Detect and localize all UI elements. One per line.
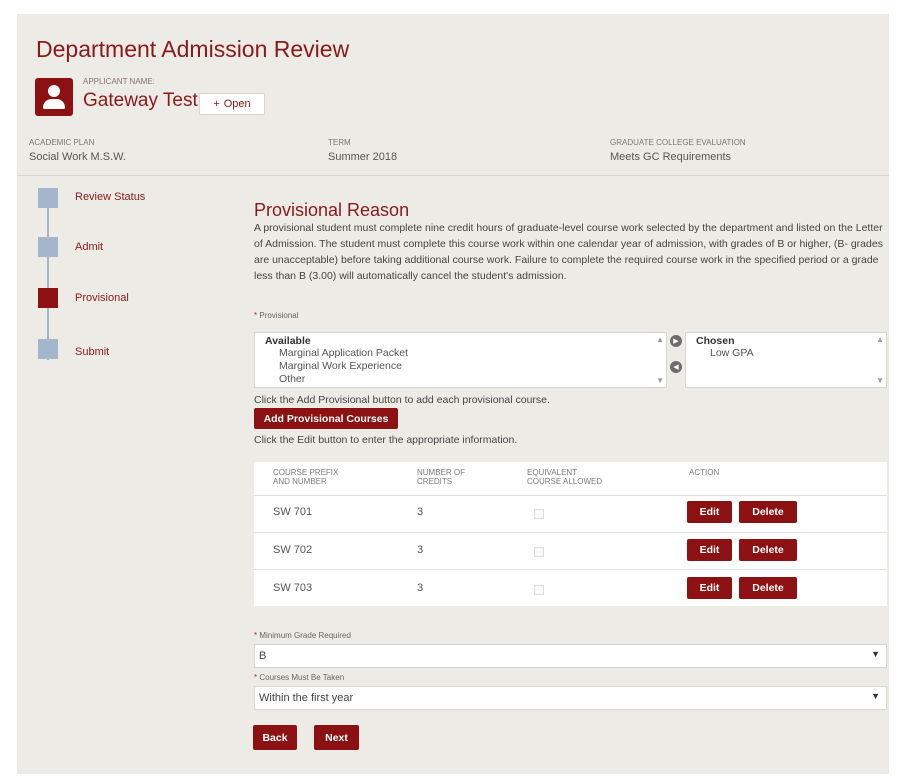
step-admit-marker[interactable] bbox=[38, 237, 58, 257]
row-divider bbox=[254, 495, 887, 496]
scroll-up-icon[interactable]: ▲ bbox=[876, 335, 884, 344]
min-grade-label: * Minimum Grade Required bbox=[254, 631, 351, 640]
step-submit-marker[interactable] bbox=[38, 339, 58, 359]
term-value: Summer 2018 bbox=[328, 151, 398, 163]
chosen-heading: Chosen bbox=[696, 335, 735, 347]
academic-plan-value: Social Work M.S.W. bbox=[29, 151, 126, 163]
chosen-item[interactable]: Low GPA bbox=[686, 347, 886, 360]
open-button[interactable]: + Open bbox=[199, 93, 265, 115]
applicant-avatar-icon bbox=[35, 78, 73, 116]
row-divider bbox=[254, 532, 887, 533]
course-cell: SW 701 bbox=[273, 506, 313, 518]
column-header-course: COURSE PREFIX AND NUMBER bbox=[273, 468, 339, 486]
edit-button[interactable]: Edit bbox=[687, 577, 732, 599]
gc-evaluation-label: GRADUATE COLLEGE EVALUATION bbox=[610, 138, 746, 147]
courses-taken-value: Within the first year bbox=[259, 692, 354, 704]
edit-button[interactable]: Edit bbox=[687, 539, 732, 561]
column-header-action: ACTION bbox=[689, 468, 720, 477]
page-title: Department Admission Review bbox=[36, 36, 350, 62]
step-review-status-marker[interactable] bbox=[38, 188, 58, 208]
term-label: TERM bbox=[328, 138, 351, 147]
edit-button[interactable]: Edit bbox=[687, 501, 732, 523]
min-grade-value: B bbox=[259, 650, 267, 662]
move-left-icon[interactable]: ◀ bbox=[670, 361, 682, 373]
available-item[interactable]: Other bbox=[255, 373, 666, 386]
back-button[interactable]: Back bbox=[253, 725, 297, 750]
chosen-listbox[interactable]: Chosen Low GPA ▲ ▼ bbox=[685, 332, 887, 388]
min-grade-select[interactable]: B ▼ bbox=[254, 644, 887, 668]
credits-cell: 3 bbox=[417, 544, 424, 556]
gc-evaluation-value: Meets GC Requirements bbox=[610, 151, 732, 163]
equivalent-checkbox[interactable] bbox=[534, 585, 544, 595]
column-header-equivalent: EQUIVALENT COURSE ALLOWED bbox=[527, 468, 603, 486]
scroll-down-icon[interactable]: ▼ bbox=[656, 376, 664, 385]
available-item[interactable]: Marginal Work Experience bbox=[255, 360, 666, 373]
applicant-name: Gateway Test bbox=[83, 90, 198, 111]
delete-button[interactable]: Delete bbox=[739, 501, 797, 523]
chevron-down-icon: ▼ bbox=[871, 649, 880, 659]
step-review-status-label[interactable]: Review Status bbox=[75, 191, 145, 203]
courses-taken-select[interactable]: Within the first year ▼ bbox=[254, 686, 887, 710]
course-cell: SW 702 bbox=[273, 544, 313, 556]
delete-button[interactable]: Delete bbox=[739, 539, 797, 561]
equivalent-checkbox[interactable] bbox=[534, 509, 544, 519]
courses-taken-label: * Courses Must Be Taken bbox=[254, 673, 345, 682]
move-right-icon[interactable]: ▶ bbox=[670, 335, 682, 347]
course-cell: SW 703 bbox=[273, 582, 313, 594]
credits-cell: 3 bbox=[417, 506, 424, 518]
step-submit-label[interactable]: Submit bbox=[75, 346, 109, 358]
next-button[interactable]: Next bbox=[314, 725, 359, 750]
provisional-courses-table: COURSE PREFIX AND NUMBER NUMBER OF CREDITS… bbox=[254, 462, 887, 606]
step-provisional-marker[interactable] bbox=[38, 288, 58, 308]
available-heading: Available bbox=[265, 335, 311, 347]
section-title: Provisional Reason bbox=[254, 200, 410, 220]
page-container: Department Admission Review APPLICANT NA… bbox=[17, 14, 889, 774]
equivalent-checkbox[interactable] bbox=[534, 547, 544, 557]
scroll-down-icon[interactable]: ▼ bbox=[876, 376, 884, 385]
academic-plan-label: ACADEMIC PLAN bbox=[29, 138, 95, 147]
column-header-credits: NUMBER OF CREDITS bbox=[417, 468, 465, 486]
stepper-connector bbox=[47, 206, 49, 360]
step-provisional-label[interactable]: Provisional bbox=[75, 292, 129, 304]
chevron-down-icon: ▼ bbox=[871, 691, 880, 701]
open-button-label: Open bbox=[223, 98, 251, 110]
step-admit-label[interactable]: Admit bbox=[75, 241, 103, 253]
available-listbox[interactable]: Available Marginal Application Packet Ma… bbox=[254, 332, 667, 388]
delete-button[interactable]: Delete bbox=[739, 577, 797, 599]
row-divider bbox=[254, 569, 887, 570]
provisional-field-label: * Provisional bbox=[254, 311, 299, 320]
scroll-up-icon[interactable]: ▲ bbox=[656, 335, 664, 344]
provisional-description: A provisional student must complete nine… bbox=[254, 222, 883, 282]
add-instruction: Click the Add Provisional button to add … bbox=[254, 394, 550, 406]
applicant-name-label: APPLICANT NAME: bbox=[83, 77, 155, 86]
edit-instruction: Click the Edit button to enter the appro… bbox=[254, 434, 518, 446]
available-item[interactable]: Marginal Application Packet bbox=[255, 347, 666, 360]
credits-cell: 3 bbox=[417, 582, 424, 594]
plus-icon: + bbox=[213, 98, 220, 110]
add-provisional-courses-button[interactable]: Add Provisional Courses bbox=[254, 408, 398, 429]
header-divider bbox=[17, 175, 889, 176]
